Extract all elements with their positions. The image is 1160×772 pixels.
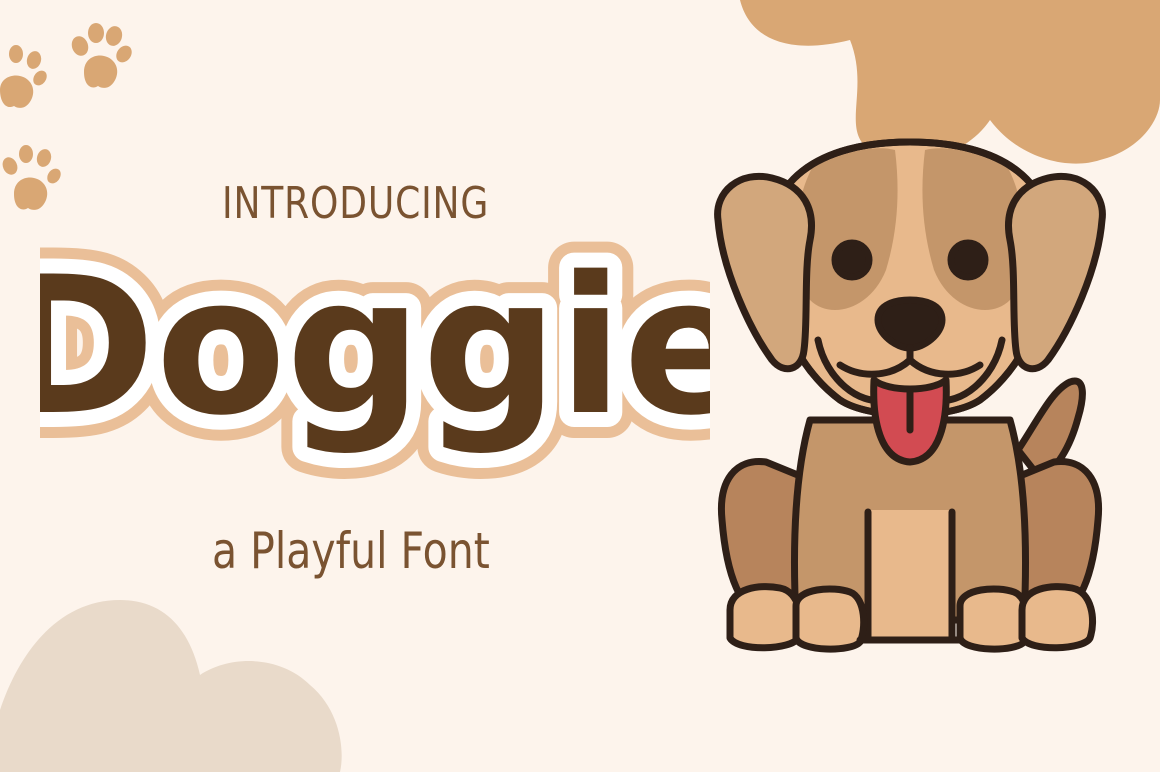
title-wordmark: Doggie Doggie Doggie	[40, 230, 710, 483]
paw-print-icon	[71, 23, 132, 88]
puppy-illustration	[714, 138, 1106, 653]
paw-print-icon	[2, 145, 61, 210]
font-banner: INTRODUCING Doggie Doggie Doggie a Playf…	[0, 0, 1160, 772]
paw-print-icon	[0, 45, 47, 108]
title-text: Doggie	[40, 236, 710, 457]
intro-text: INTRODUCING	[222, 178, 490, 229]
subtitle-text: a Playful Font	[212, 522, 490, 580]
bottom-left-blob	[0, 600, 342, 772]
